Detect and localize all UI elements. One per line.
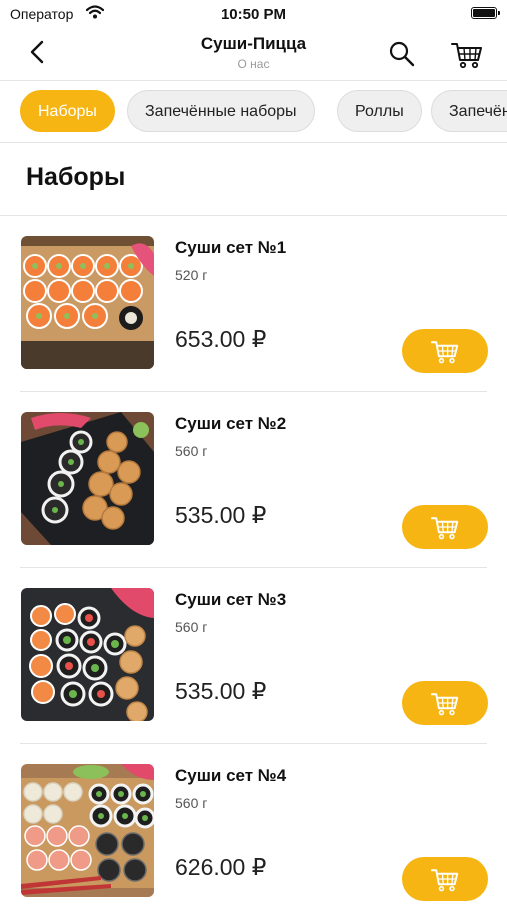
product-price: 626.00 ₽ [175, 854, 267, 880]
product-image [21, 236, 154, 369]
page-title: Суши-Пицца [200, 34, 307, 53]
product-price: 653.00 ₽ [175, 326, 267, 352]
product-name: Суши сет №1 [175, 238, 287, 257]
product-image [21, 764, 154, 897]
product-row[interactable]: Суши сет №3 560 г 535.00 ₽ [0, 568, 507, 744]
cart-icon [430, 693, 459, 716]
clock: 10:50 PM [220, 6, 287, 23]
status-bar: Оператор 10:50 PM [0, 0, 507, 28]
add-to-cart-button[interactable] [402, 681, 488, 725]
section-header: Наборы [0, 142, 507, 216]
product-price: 535.00 ₽ [175, 678, 267, 704]
tab-rolls[interactable]: Роллы [337, 90, 422, 132]
battery-icon [471, 7, 500, 19]
search-button[interactable] [388, 40, 416, 68]
product-weight: 520 г [175, 267, 208, 283]
tab-baked-rolls[interactable]: Запечённые роллы [431, 90, 507, 132]
section-title: Наборы [26, 163, 126, 191]
product-weight: 560 г [175, 795, 208, 811]
product-row[interactable]: Суши сет №2 560 г 535.00 ₽ [0, 392, 507, 568]
product-image [21, 588, 154, 721]
product-row[interactable]: Суши сет №4 560 г 626.00 ₽ [0, 744, 507, 920]
product-image [21, 412, 154, 545]
tab-sets[interactable]: Наборы [20, 90, 115, 132]
product-weight: 560 г [175, 443, 208, 459]
search-icon [389, 41, 415, 67]
cart-button[interactable] [450, 38, 484, 70]
add-to-cart-button[interactable] [402, 505, 488, 549]
tab-baked-sets[interactable]: Запечённые наборы [127, 90, 315, 132]
product-price: 535.00 ₽ [175, 502, 267, 528]
product-weight: 560 г [175, 619, 208, 635]
product-name: Суши сет №3 [175, 590, 287, 609]
cart-icon [430, 869, 459, 892]
category-tabs: Наборы Запечённые наборы Роллы Запечённы… [0, 80, 507, 143]
add-to-cart-button[interactable] [402, 857, 488, 901]
cart-icon [430, 341, 459, 364]
product-row[interactable]: Суши сет №1 520 г 653.00 ₽ [0, 216, 507, 392]
product-name: Суши сет №2 [175, 414, 287, 433]
navigation-bar: Суши-Пицца О нас [0, 28, 507, 81]
about-link[interactable]: О нас [0, 57, 507, 71]
product-name: Суши сет №4 [175, 766, 287, 785]
add-to-cart-button[interactable] [402, 329, 488, 373]
nav-title-group: Суши-Пицца О нас [0, 34, 507, 71]
cart-icon [430, 517, 459, 540]
cart-icon [451, 43, 482, 69]
